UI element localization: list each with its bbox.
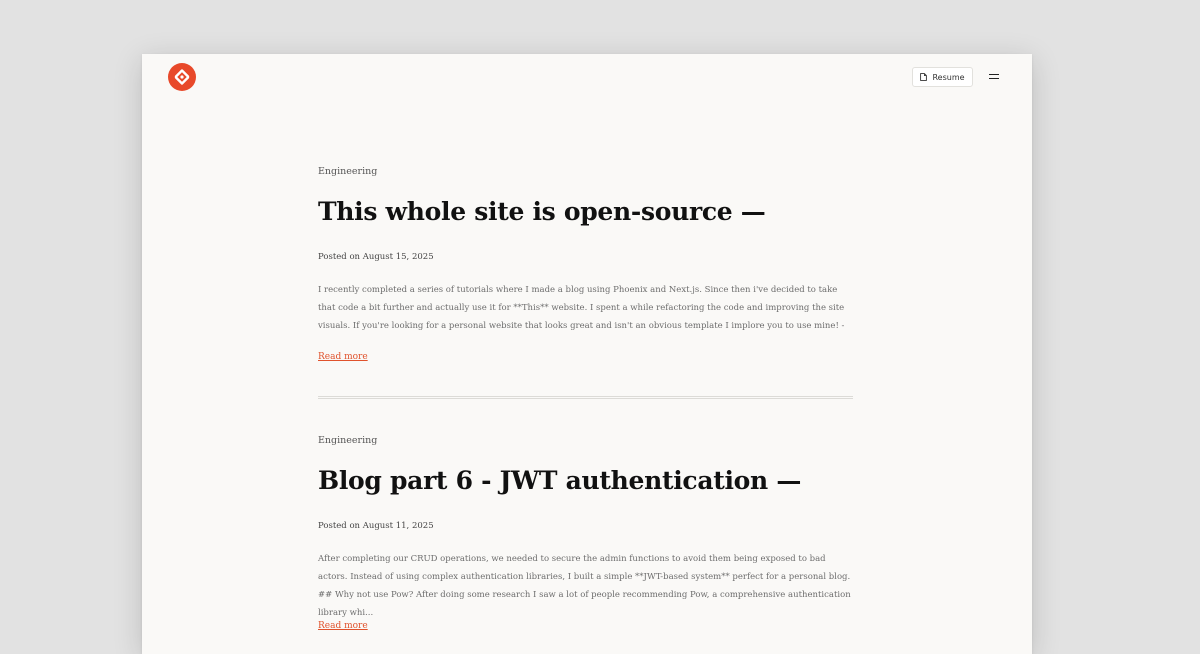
post-category: Engineering xyxy=(318,435,378,446)
resume-button-label: Resume xyxy=(932,72,965,82)
read-more-link[interactable]: Read more xyxy=(318,352,368,362)
post-divider xyxy=(318,396,853,399)
post-excerpt: After completing our CRUD operations, we… xyxy=(318,554,851,618)
resume-button[interactable]: Resume xyxy=(912,67,973,87)
post-date: Posted on August 15, 2025 xyxy=(318,252,434,262)
document-icon xyxy=(920,73,928,81)
hamburger-menu-icon[interactable] xyxy=(987,72,1001,82)
post-date: Posted on August 11, 2025 xyxy=(318,521,434,531)
page-window: Resume Engineering This whole site is op… xyxy=(142,54,1032,654)
post-excerpt: I recently completed a series of tutoria… xyxy=(318,285,845,331)
post-title[interactable]: Blog part 6 - JWT authentication — xyxy=(318,466,801,495)
post-title[interactable]: This whole site is open-source — xyxy=(318,197,766,226)
post-category: Engineering xyxy=(318,166,378,177)
logo-icon[interactable] xyxy=(168,63,196,91)
